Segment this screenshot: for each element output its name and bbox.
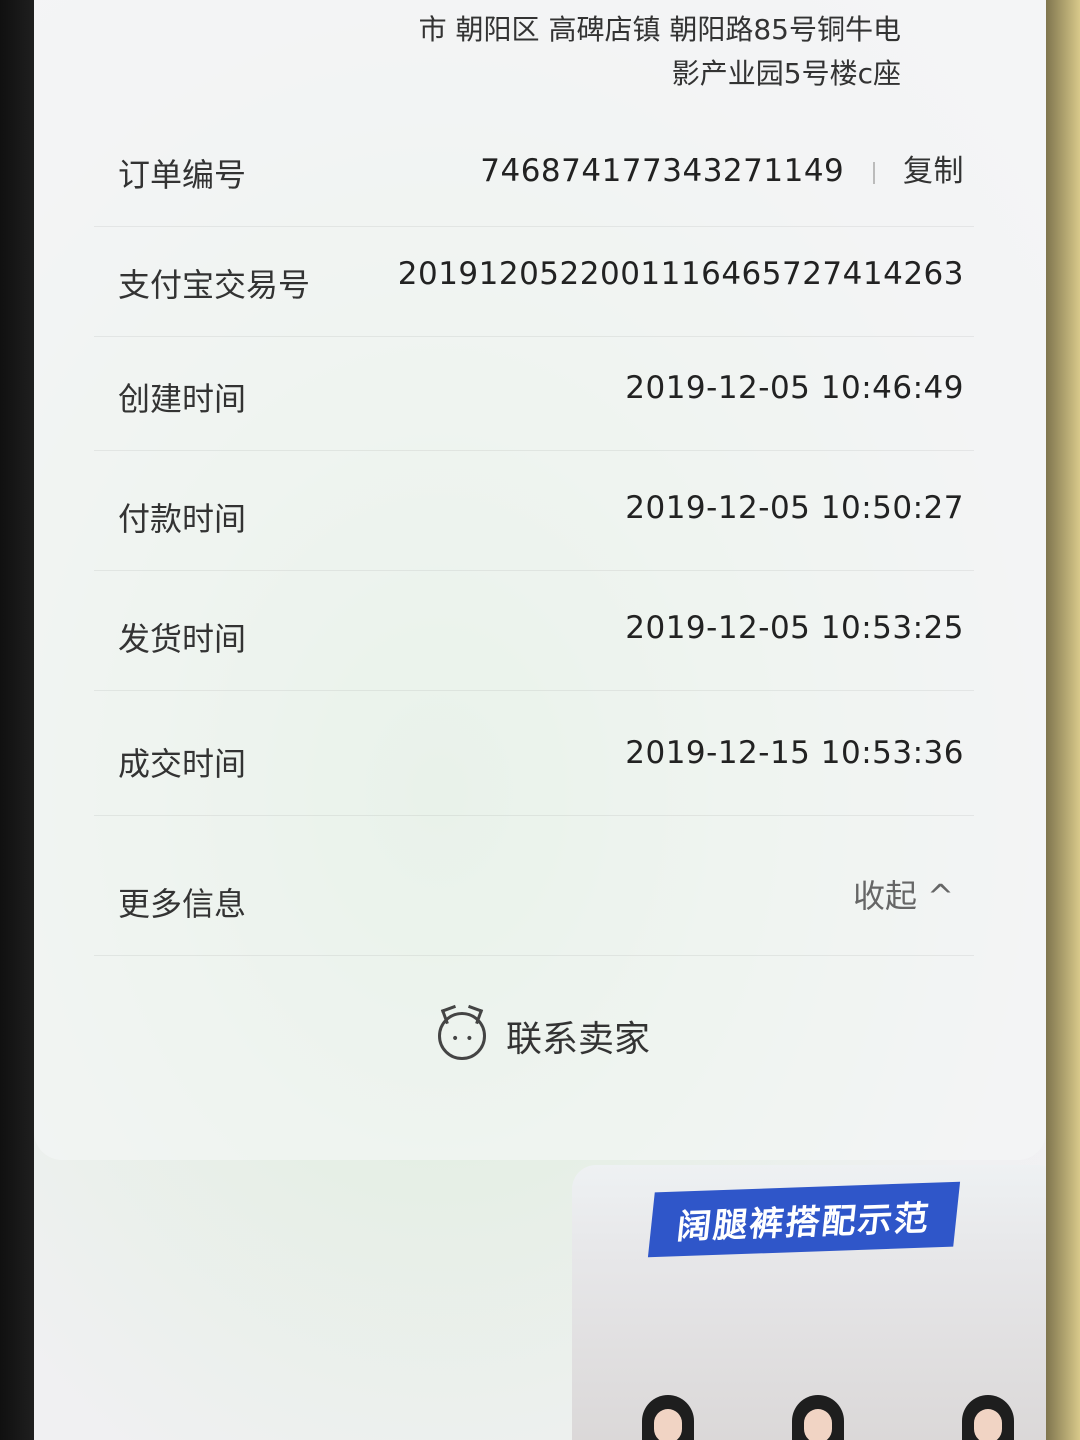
screen: 市 朝阳区 高碑店镇 朝阳路85号铜牛电 影产业园5号楼c座 订单编号 7468…	[34, 0, 1046, 1440]
created-time-label: 创建时间	[118, 380, 247, 418]
order-no-label: 订单编号	[118, 156, 247, 194]
promo-model-image	[792, 1395, 844, 1440]
order-detail-card: 市 朝阳区 高碑店镇 朝阳路85号铜牛电 影产业园5号楼c座 订单编号 7468…	[34, 0, 1046, 1160]
row-created-time: 创建时间 2019-12-05 10:46:49	[94, 340, 974, 451]
row-more-info[interactable]: 更多信息 收起 ^	[94, 845, 974, 956]
order-no-value: 746874177343271149	[480, 153, 845, 189]
paid-time-label: 付款时间	[118, 500, 247, 538]
collapse-toggle[interactable]: 收起 ^	[853, 871, 954, 917]
row-paid-time: 付款时间 2019-12-05 10:50:27	[94, 460, 974, 571]
copy-order-no-button[interactable]: 复制	[903, 154, 964, 189]
promo-model-image	[642, 1395, 694, 1440]
paid-time-value: 2019-12-05 10:50:27	[625, 490, 964, 526]
address-line-1: 市 朝阳区 高碑店镇 朝阳路85号铜牛电	[418, 13, 901, 46]
row-order-no: 订单编号 746874177343271149 复制	[94, 116, 974, 227]
promo-model-image	[962, 1395, 1014, 1440]
row-alipay-no: 支付宝交易号 2019120522001116465727414263	[94, 226, 974, 337]
completed-time-label: 成交时间	[118, 745, 247, 783]
completed-time-value: 2019-12-15 10:53:36	[625, 735, 964, 771]
address-line-2: 影产业园5号楼c座	[671, 57, 901, 90]
shipped-time-label: 发货时间	[118, 620, 247, 658]
wangwang-chat-icon: ••	[438, 1012, 486, 1060]
order-no-value-group: 746874177343271149 复制	[480, 146, 964, 190]
contact-seller-label: 联系卖家	[506, 1019, 651, 1060]
row-completed-time: 成交时间 2019-12-15 10:53:36	[94, 705, 974, 816]
contact-seller-button[interactable]: •• 联系卖家	[438, 1010, 650, 1062]
promo-title: 阔腿裤搭配示范	[647, 1181, 961, 1258]
shipping-address: 市 朝阳区 高碑店镇 朝阳路85号铜牛电 影产业园5号楼c座	[301, 8, 901, 96]
alipay-no-value: 2019120522001116465727414263	[397, 256, 964, 292]
shipped-time-value: 2019-12-05 10:53:25	[625, 610, 964, 646]
alipay-no-label: 支付宝交易号	[118, 266, 311, 304]
separator	[872, 161, 875, 184]
row-shipped-time: 发货时间 2019-12-05 10:53:25	[94, 580, 974, 691]
more-info-label: 更多信息	[118, 885, 247, 923]
promo-card[interactable]: 阔腿裤搭配示范	[572, 1165, 1046, 1440]
created-time-value: 2019-12-05 10:46:49	[625, 370, 964, 406]
